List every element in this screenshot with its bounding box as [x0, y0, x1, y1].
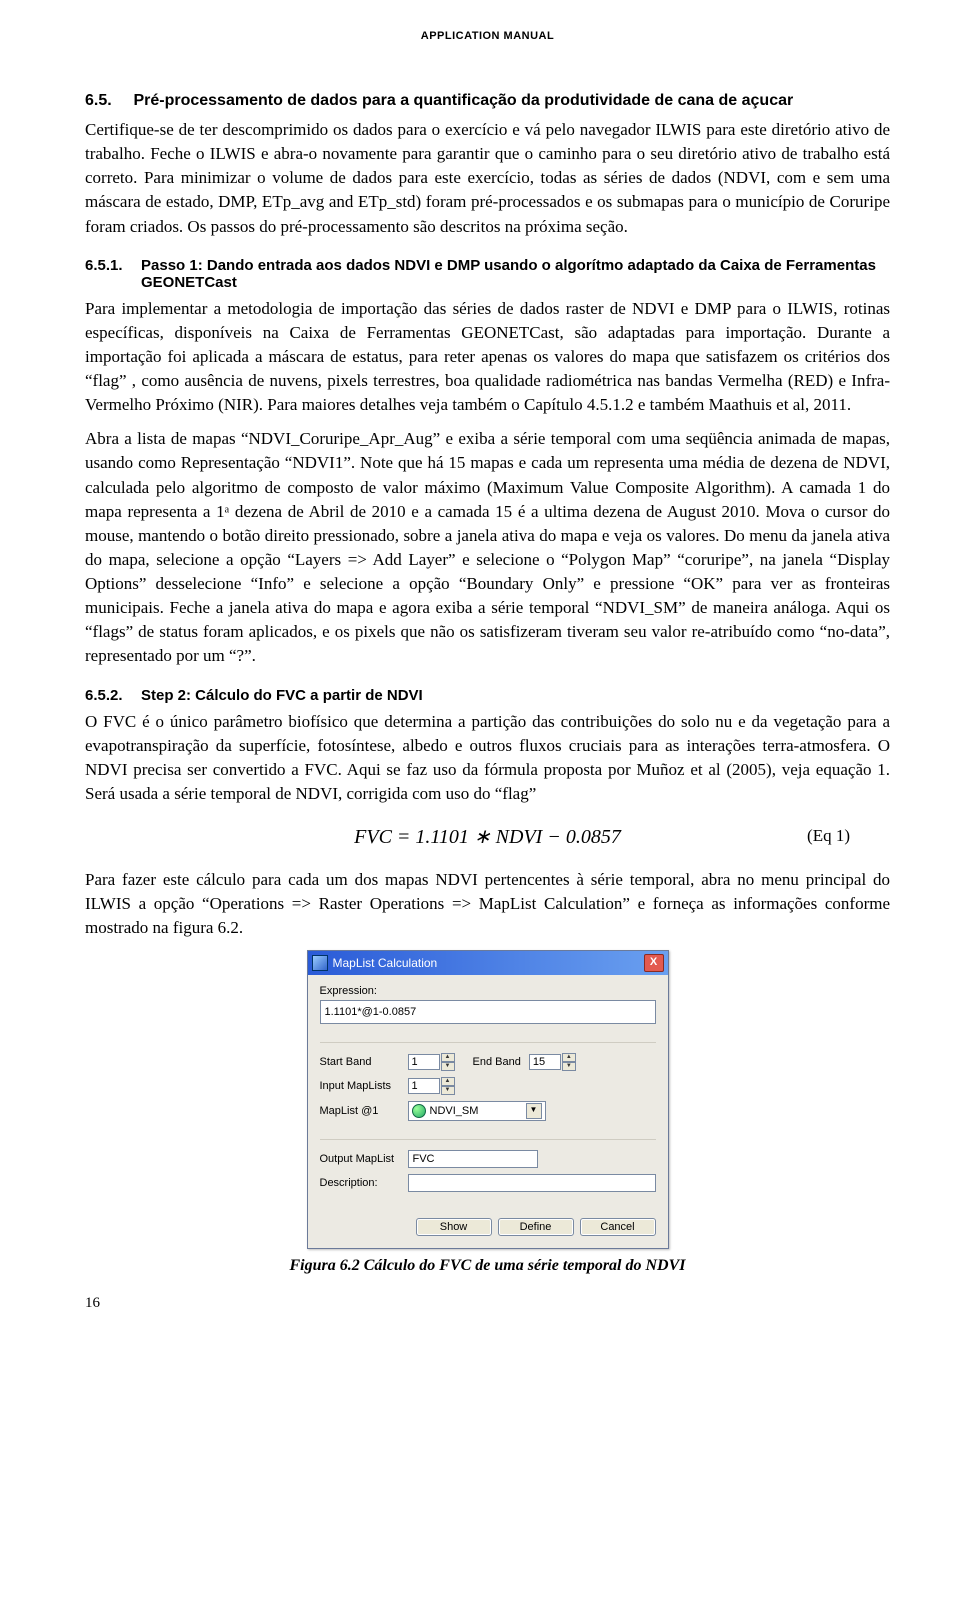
heading-6-5-1: 6.5.1. Passo 1: Dando entrada aos dados …: [85, 257, 890, 291]
paragraph-6-5-2-b: Para fazer este cálculo para cada um dos…: [85, 868, 890, 940]
output-maplist-label: Output MapList: [320, 1153, 400, 1165]
maplist-1-value: NDVI_SM: [430, 1105, 479, 1117]
paragraph-6-5-2-a: O FVC é o único parâmetro biofísico que …: [85, 710, 890, 807]
heading-title: Passo 1: Dando entrada aos dados NDVI e …: [141, 257, 890, 291]
equation-1-row: FVC = 1.1101 ∗ NDVI − 0.0857 (Eq 1): [85, 816, 890, 856]
heading-6-5: 6.5. Pré-processamento de dados para a q…: [85, 92, 890, 110]
page-number: 16: [85, 1295, 890, 1312]
input-maplists-input[interactable]: [408, 1078, 440, 1094]
chevron-down-icon: ▼: [526, 1103, 542, 1119]
equation-1: FVC = 1.1101 ∗ NDVI − 0.0857: [354, 824, 621, 849]
heading-number: 6.5.2.: [85, 687, 141, 704]
heading-6-5-2: 6.5.2. Step 2: Cálculo do FVC a partir d…: [85, 687, 890, 704]
cancel-button[interactable]: Cancel: [580, 1218, 656, 1236]
start-band-spinner[interactable]: ▲▼: [441, 1053, 455, 1071]
show-button[interactable]: Show: [416, 1218, 492, 1236]
paragraph-6-5-1-b: Abra a lista de mapas “NDVI_Coruripe_Apr…: [85, 427, 890, 668]
input-maplists-label: Input MapLists: [320, 1080, 400, 1092]
input-maplists-spinner[interactable]: ▲▼: [441, 1077, 455, 1095]
paragraph-6-5: Certifique-se de ter descomprimido os da…: [85, 118, 890, 239]
equation-1-label: (Eq 1): [807, 826, 850, 846]
end-band-spinner[interactable]: ▲▼: [562, 1053, 576, 1071]
globe-icon: [412, 1104, 426, 1118]
expression-input[interactable]: [320, 1000, 656, 1024]
maplist-calculation-dialog: MapList Calculation X Expression: Start …: [307, 950, 669, 1249]
start-band-input[interactable]: [408, 1054, 440, 1070]
output-maplist-input[interactable]: [408, 1150, 538, 1168]
figure-caption: Figura 6.2 Cálculo do FVC de uma série t…: [85, 1257, 890, 1275]
end-band-input[interactable]: [529, 1054, 561, 1070]
heading-number: 6.5.: [85, 92, 129, 110]
heading-title: Step 2: Cálculo do FVC a partir de NDVI: [141, 687, 890, 704]
app-icon: [312, 955, 328, 971]
maplist-1-combobox[interactable]: NDVI_SM ▼: [408, 1101, 546, 1121]
close-icon[interactable]: X: [644, 954, 664, 972]
expression-label: Expression:: [320, 985, 656, 997]
start-band-label: Start Band: [320, 1056, 400, 1068]
define-button[interactable]: Define: [498, 1218, 574, 1236]
end-band-label: End Band: [473, 1056, 521, 1068]
heading-number: 6.5.1.: [85, 257, 141, 274]
description-label: Description:: [320, 1177, 400, 1189]
maplist-1-label: MapList @1: [320, 1105, 400, 1117]
paragraph-6-5-1-a: Para implementar a metodologia de import…: [85, 297, 890, 418]
page-header: APPLICATION MANUAL: [85, 30, 890, 42]
dialog-title: MapList Calculation: [333, 956, 438, 970]
dialog-titlebar: MapList Calculation X: [308, 951, 668, 975]
heading-title: Pré-processamento de dados para a quanti…: [133, 92, 793, 109]
description-input[interactable]: [408, 1174, 656, 1192]
